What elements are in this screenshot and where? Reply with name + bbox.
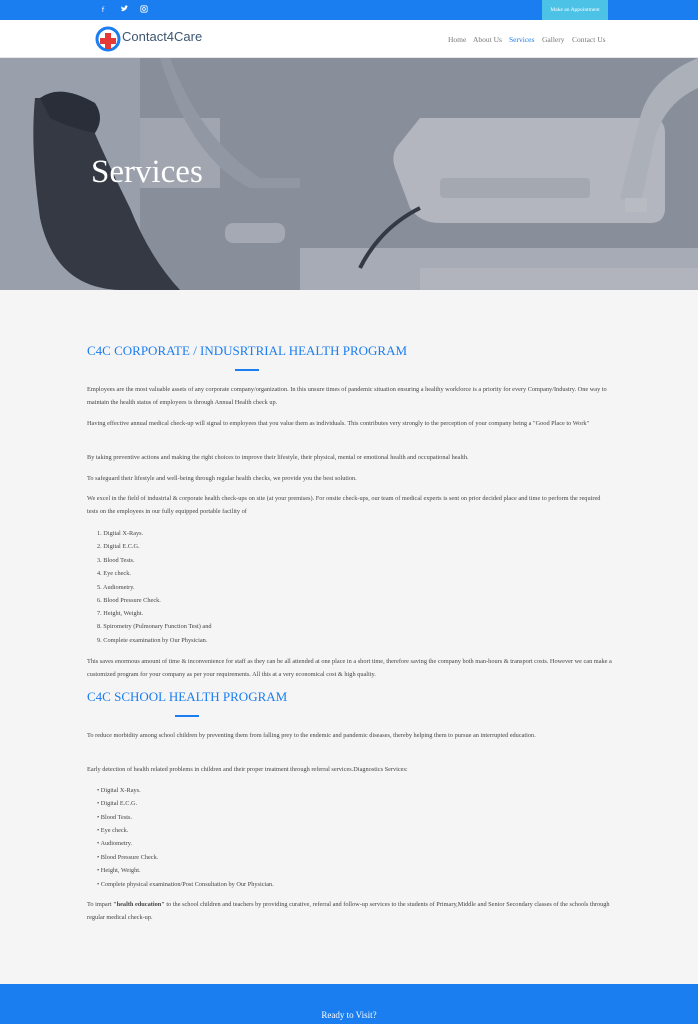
navbar: Contact4Care Home About Us Services Gall…: [0, 20, 698, 58]
instagram-icon[interactable]: [139, 5, 149, 15]
list-item: • Height, Weight.: [97, 867, 141, 874]
paragraph: By taking preventive actions and making …: [87, 454, 469, 461]
paragraph: We excel in the field of industrial & co…: [87, 495, 601, 515]
nav-gallery[interactable]: Gallery: [542, 35, 565, 44]
list-item: 5. Audiometry.: [97, 584, 135, 591]
nav-about-us[interactable]: About Us: [473, 35, 502, 44]
list-item: 2. Digital E.C.G.: [97, 543, 140, 550]
list-item: 7. Height, Weight.: [97, 610, 144, 617]
contact4care-logo-icon[interactable]: [94, 25, 122, 53]
paragraph: Having effective annual medical check-up…: [87, 420, 590, 427]
list-item: 3. Blood Tests.: [97, 557, 135, 564]
paragraph: This saves enormous amount of time & inc…: [87, 658, 612, 678]
nav-home[interactable]: Home: [448, 35, 466, 44]
list-item: • Digital X-Rays.: [97, 787, 141, 794]
footer: Ready to Visit?: [0, 984, 698, 1024]
list-item: • Eye check.: [97, 827, 129, 834]
paragraph: To impart "health education" to the scho…: [87, 901, 610, 921]
brand-name[interactable]: Contact4Care: [122, 29, 202, 44]
page-title: Services: [91, 154, 203, 190]
list-item: • Blood Pressure Check.: [97, 854, 159, 861]
list-item: 9. Complete examination by Our Physician…: [97, 637, 208, 644]
list-item: • Audiometry.: [97, 840, 133, 847]
hero-banner: Services: [0, 58, 698, 290]
health-education-emphasis: "health education": [113, 901, 165, 908]
paragraph: Employees are the most valuable assets o…: [87, 386, 607, 406]
corporate-program-heading: C4C CORPORATE / INDUSRTRIAL HEALTH PROGR…: [87, 343, 408, 358]
list-item: • Blood Tests.: [97, 814, 133, 821]
list-item: 8. Spirometry (Pulmonary Function Test) …: [97, 623, 212, 630]
make-appointment-button[interactable]: Make an Appointment: [542, 0, 608, 20]
paragraph: To reduce morbidity among school childre…: [87, 732, 536, 739]
list-item: • Complete physical examination/Post Con…: [97, 881, 274, 888]
ready-to-visit-heading: Ready to Visit?: [321, 1010, 377, 1020]
facebook-icon[interactable]: f: [98, 5, 108, 15]
paragraph: To safeguard their lifestyle and well-be…: [87, 475, 357, 482]
top-bar: f Make an Appointment: [0, 0, 698, 20]
list-item: 4. Eye check.: [97, 570, 131, 577]
heading-divider: [175, 715, 199, 717]
nav-services[interactable]: Services: [509, 35, 534, 44]
list-item: • Digital E.C.G.: [97, 800, 138, 807]
school-program-heading: C4C SCHOOL HEALTH PROGRAM: [87, 689, 288, 704]
paragraph: Early detection of health related proble…: [87, 766, 408, 773]
heading-divider: [235, 369, 259, 371]
nav-contact-us[interactable]: Contact Us: [572, 35, 606, 44]
twitter-icon[interactable]: [119, 5, 129, 15]
list-item: 1. Digital X-Rays.: [97, 530, 144, 537]
list-item: 6. Blood Pressure Check.: [97, 597, 161, 604]
